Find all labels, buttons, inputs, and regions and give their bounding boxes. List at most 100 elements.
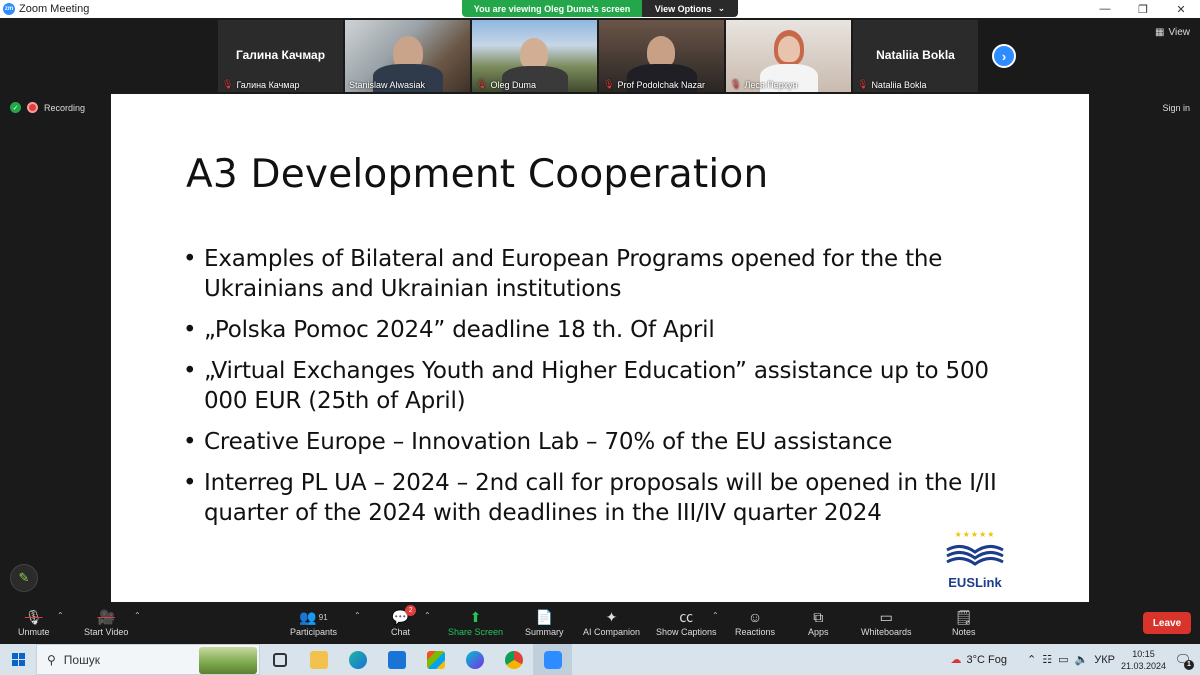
chevron-up-icon[interactable]: ⌃ [1027,653,1036,666]
sign-in-link[interactable]: Sign in [1162,103,1190,113]
store-icon [426,650,445,669]
reactions-label: Reactions [735,627,776,637]
start-video-label: Start Video [84,627,129,637]
weather-icon: ☁ [950,654,962,666]
participant-tile[interactable]: Nataliia Bokla 🎙 Nataliia Bokla [853,20,978,92]
start-video-button[interactable]: 🎥 Start Video [84,607,129,638]
start-button[interactable] [0,644,36,675]
participant-display-name: Nataliia Bokla [876,48,955,62]
notes-button[interactable]: 🗒 Notes [952,607,976,638]
view-layout-button[interactable]: ▦ View [1155,27,1190,38]
apps-icon: ⧉ [813,608,824,625]
show-captions-button[interactable]: ㏄ Show Captions [656,607,717,637]
window-title: Zoom Meeting [19,3,90,15]
search-icon: ⚲ [47,652,56,667]
close-button[interactable]: ✕ [1162,0,1200,18]
participant-name: Леся Перхун [744,79,798,90]
participant-label: 🎙 Oleg Duma [476,79,536,90]
meeting-toolbar: 🎙 Unmute ⌃ 🎥 Start Video ⌃ 👥 91 Participa… [0,604,1200,644]
slide-bullet: Interreg PL UA – 2024 – 2nd call for pro… [183,468,1013,528]
captions-options-chevron-icon[interactable]: ⌃ [712,611,719,620]
summary-icon: 📄 [535,608,553,625]
taskbar-search-box[interactable]: ⚲ Пошук [36,644,260,675]
ai-companion-button[interactable]: ✦ AI Companion [583,607,641,638]
slide-bullet: „Virtual Exchanges Youth and Higher Educ… [183,356,1013,416]
view-label: View [1168,27,1191,38]
participant-label: 🎙 Prof Podolchak Nazar [603,79,705,90]
mail-icon [387,650,406,669]
summary-button[interactable]: 📄 Summary [525,607,564,638]
participants-options-chevron-icon[interactable]: ⌃ [354,611,361,620]
canva-button[interactable] [455,644,494,675]
recording-indicator[interactable]: ✓ Recording [10,102,85,113]
video-off-icon: 🎥 [97,608,115,625]
leave-button[interactable]: Leave [1143,612,1191,634]
apps-button[interactable]: ⧉ Apps [808,607,829,638]
task-view-button[interactable] [260,644,299,675]
mail-button[interactable] [377,644,416,675]
viewing-message: You are viewing Oleg Duma's screen [462,0,642,17]
zoom-taskbar-button[interactable] [533,644,572,675]
video-options-chevron-icon[interactable]: ⌃ [134,611,141,620]
chevron-down-icon: ⌄ [717,3,726,13]
participant-label: 🎙 Галина Качмар [222,79,300,90]
open-book-icon [946,545,1004,566]
store-button[interactable] [416,644,455,675]
sparkle-icon: ✦ [605,608,618,625]
edge-icon [348,650,367,669]
participant-tile[interactable]: 🎙 Леся Перхун [726,20,851,92]
chrome-button[interactable] [494,644,533,675]
participant-display-name: Галина Качмар [235,48,326,62]
share-screen-button[interactable]: ⬆ Share Screen [448,607,503,638]
folder-icon [309,650,328,669]
mic-muted-icon: 🎙 [222,79,234,89]
participant-name: Oleg Duma [490,79,536,90]
restore-button[interactable]: ❐ [1124,0,1162,18]
summary-label: Summary [525,627,564,637]
participant-tile[interactable]: 🎙 Oleg Duma [472,20,597,92]
reactions-button[interactable]: ☺ Reactions [735,607,775,637]
view-options-button[interactable]: View Options ⌄ [642,0,738,17]
participants-icon: 👥 91 [299,608,328,625]
participants-count: 91 [318,612,328,622]
chat-button[interactable]: 💬 2 Chat [391,605,417,637]
participant-tile[interactable]: Галина Качмар 🎙 Галина Качмар [218,20,343,92]
battery-icon[interactable]: ▭ [1058,653,1068,666]
task-view-icon [272,652,287,667]
annotate-pencil-button[interactable]: ✎ [10,564,38,592]
participant-tile[interactable]: 🎙 Prof Podolchak Nazar [599,20,724,92]
notification-center-button[interactable]: 🗨 1 [1172,652,1194,670]
network-icon[interactable]: ☷ [1042,653,1052,666]
next-participants-button[interactable]: › [992,44,1016,68]
shield-icon[interactable]: ✓ [10,102,21,113]
file-explorer-button[interactable] [299,644,338,675]
ai-companion-label: AI Companion [583,627,641,637]
zoom-app-icon: zm [3,3,15,15]
participant-strip: Галина Качмар 🎙 Галина Качмар Stanislaw … [218,20,978,92]
whiteboards-button[interactable]: ▭ Whiteboards [861,607,912,638]
participants-button[interactable]: 👥 91 Participants [290,607,337,638]
weather-text: 3°C Fog [966,653,1008,666]
grid-icon: ▦ [1155,27,1165,38]
person-head [778,36,800,62]
mic-muted-icon: 🎙 [476,79,488,89]
unmute-button[interactable]: 🎙 Unmute [18,607,50,638]
slide-bullet: Examples of Bilateral and European Progr… [183,244,1013,304]
language-indicator[interactable]: УКР [1094,654,1115,666]
edge-button[interactable] [338,644,377,675]
viewing-banner: You are viewing Oleg Duma's screen View … [462,0,738,17]
taskbar-clock[interactable]: 10:15 21.03.2024 [1121,648,1166,672]
captions-icon: ㏄ [679,609,694,625]
minimize-button[interactable]: — [1086,0,1124,18]
chat-options-chevron-icon[interactable]: ⌃ [424,611,431,620]
logo-text: EUSLink [948,575,1002,590]
chat-unread-badge: 2 [405,605,417,616]
participant-label: 🎙 Nataliia Bokla [857,79,926,90]
participant-label: Stanislaw Alwasiak [349,80,425,90]
audio-options-chevron-icon[interactable]: ⌃ [57,611,64,620]
volume-icon[interactable]: 🔈 [1075,653,1089,666]
notification-count-badge: 1 [1184,659,1194,670]
participant-tile-active-speaker[interactable]: Stanislaw Alwasiak [345,20,470,92]
participant-name: Nataliia Bokla [871,79,927,90]
weather-widget[interactable]: ☁ 3°C Fog [950,653,1008,667]
